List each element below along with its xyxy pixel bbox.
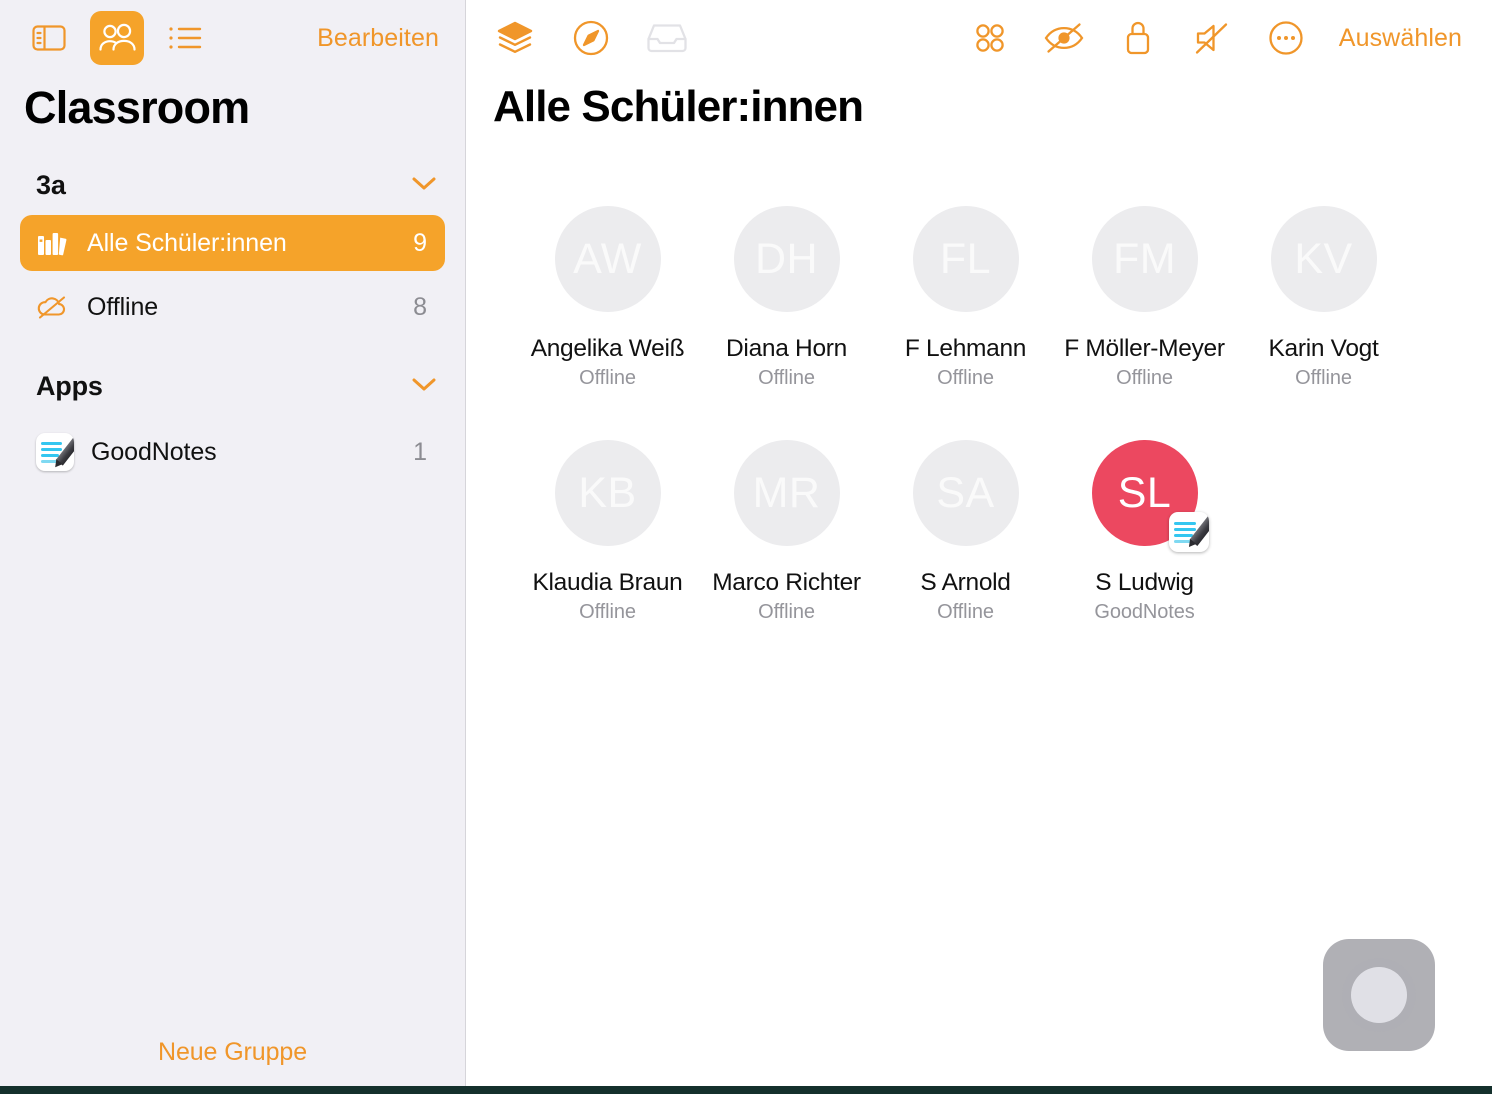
avatar-wrap: KB [554,440,661,546]
student-card[interactable]: SA S Arnold Offline [876,440,1055,624]
student-card[interactable]: AW Angelika Weiß Offline [518,206,697,390]
lock-icon[interactable] [1115,15,1161,61]
eye-slash-icon[interactable] [1041,15,1087,61]
avatar-wrap: SA [912,440,1019,546]
sidebar-item-offline[interactable]: Offline 8 [20,279,445,335]
avatar: FL [912,206,1019,312]
student-card[interactable]: KB Klaudia Braun Offline [518,440,697,624]
student-card[interactable]: MR Marco Richter Offline [697,440,876,624]
avatar: SA [912,440,1019,546]
student-status: Offline [1295,367,1352,389]
sidebar-item-label: Offline [87,292,159,321]
student-status: Offline [758,601,815,623]
chevron-down-icon[interactable] [411,376,437,397]
sidebar-toggle-icon[interactable] [22,11,76,65]
student-name: Klaudia Braun [532,569,683,596]
avatar-wrap: AW [554,206,661,312]
student-card[interactable]: FM F Möller-Meyer Offline [1055,206,1234,390]
avatar: FM [1091,206,1198,312]
sidebar-toolbar: Bearbeiten [0,0,465,76]
chevron-down-icon[interactable] [411,175,437,196]
books-icon [36,226,70,260]
inbox-tray-icon [644,15,690,61]
student-name: Angelika Weiß [530,335,685,362]
avatar: KV [1270,206,1377,312]
avatar-wrap: SL [1091,440,1209,552]
avatar: KB [554,440,661,546]
toolbar-right-group: Auswählen [967,15,1468,61]
assistive-touch-button[interactable] [1323,939,1435,1051]
avatar: AW [554,206,661,312]
sidebar-item-label: Alle Schüler:innen [87,228,287,257]
student-name: S Arnold [920,569,1011,596]
sidebar-item-count: 8 [413,292,427,321]
student-status: Offline [758,367,815,389]
avatar-wrap: DH [733,206,840,312]
section-label-apps: Apps [36,371,103,401]
student-status: Offline [579,601,636,623]
student-status: Offline [937,601,994,623]
sidebar-rows-class: Alle Schüler:innen 9 Offline 8 [0,201,465,335]
student-name: Diana Horn [726,335,847,362]
sidebar: Bearbeiten Classroom 3a Alle Schüler:inn… [0,0,466,1094]
sidebar-section-header-apps[interactable]: Apps [0,335,465,402]
sidebar-item-goodnotes[interactable]: GoodNotes 1 [20,424,445,480]
student-card[interactable]: DH Diana Horn Offline [697,206,876,390]
toolbar-left-group [492,15,690,61]
student-name: F Möller-Meyer [1064,335,1225,362]
more-ellipsis-icon[interactable] [1263,15,1309,61]
layers-icon[interactable] [492,15,538,61]
main-content: Auswählen Alle Schüler:innen AW Angelika… [466,0,1492,1094]
student-card[interactable]: KV Karin Vogt Offline [1234,206,1413,390]
goodnotes-app-icon [36,433,74,471]
sidebar-item-label: GoodNotes [91,437,217,466]
main-toolbar: Auswählen [466,0,1492,76]
page-title: Alle Schüler:innen [493,82,864,131]
apps-grid-icon[interactable] [967,15,1013,61]
avatar-wrap: FM [1091,206,1198,312]
new-group-button[interactable]: Neue Gruppe [158,1038,307,1067]
student-name: F Lehmann [904,335,1027,362]
select-button[interactable]: Auswählen [1337,24,1468,53]
student-name: Karin Vogt [1268,335,1379,362]
goodnotes-app-icon [1168,512,1209,552]
compass-navigate-icon[interactable] [568,15,614,61]
student-status: Offline [937,367,994,389]
avatar: DH [733,206,840,312]
app-title: Classroom [24,82,250,133]
student-status: Offline [1116,367,1173,389]
edit-button[interactable]: Bearbeiten [317,24,443,53]
sidebar-item-all-students[interactable]: Alle Schüler:innen 9 [20,215,445,271]
avatar: MR [733,440,840,546]
student-card-active[interactable]: SL S Ludwig GoodNotes [1055,440,1234,624]
student-name: Marco Richter [712,569,861,596]
sidebar-section-header-class[interactable]: 3a [0,134,465,201]
sidebar-item-count: 9 [413,228,427,257]
student-status: GoodNotes [1094,601,1195,623]
classroom-app-window: Bearbeiten Classroom 3a Alle Schüler:inn… [0,0,1492,1094]
student-name: S Ludwig [1095,569,1194,596]
screen-bottom-edge [0,1086,1492,1094]
bulleted-list-icon[interactable] [158,11,212,65]
avatar-wrap: MR [733,440,840,546]
student-status: Offline [579,367,636,389]
cloud-slash-icon [36,290,70,324]
sidebar-rows-apps: GoodNotes 1 [0,402,465,480]
students-grid: AW Angelika Weiß Offline DH Diana Horn O… [466,132,1492,674]
avatar-wrap: KV [1270,206,1377,312]
section-label-class: 3a [36,170,66,200]
people-group-icon[interactable] [90,11,144,65]
student-card[interactable]: FL F Lehmann Offline [876,206,1055,390]
avatar-wrap: FL [912,206,1019,312]
speaker-mute-icon[interactable] [1189,15,1235,61]
sidebar-footer: Neue Gruppe [0,1010,465,1094]
sidebar-item-count: 1 [413,437,427,466]
